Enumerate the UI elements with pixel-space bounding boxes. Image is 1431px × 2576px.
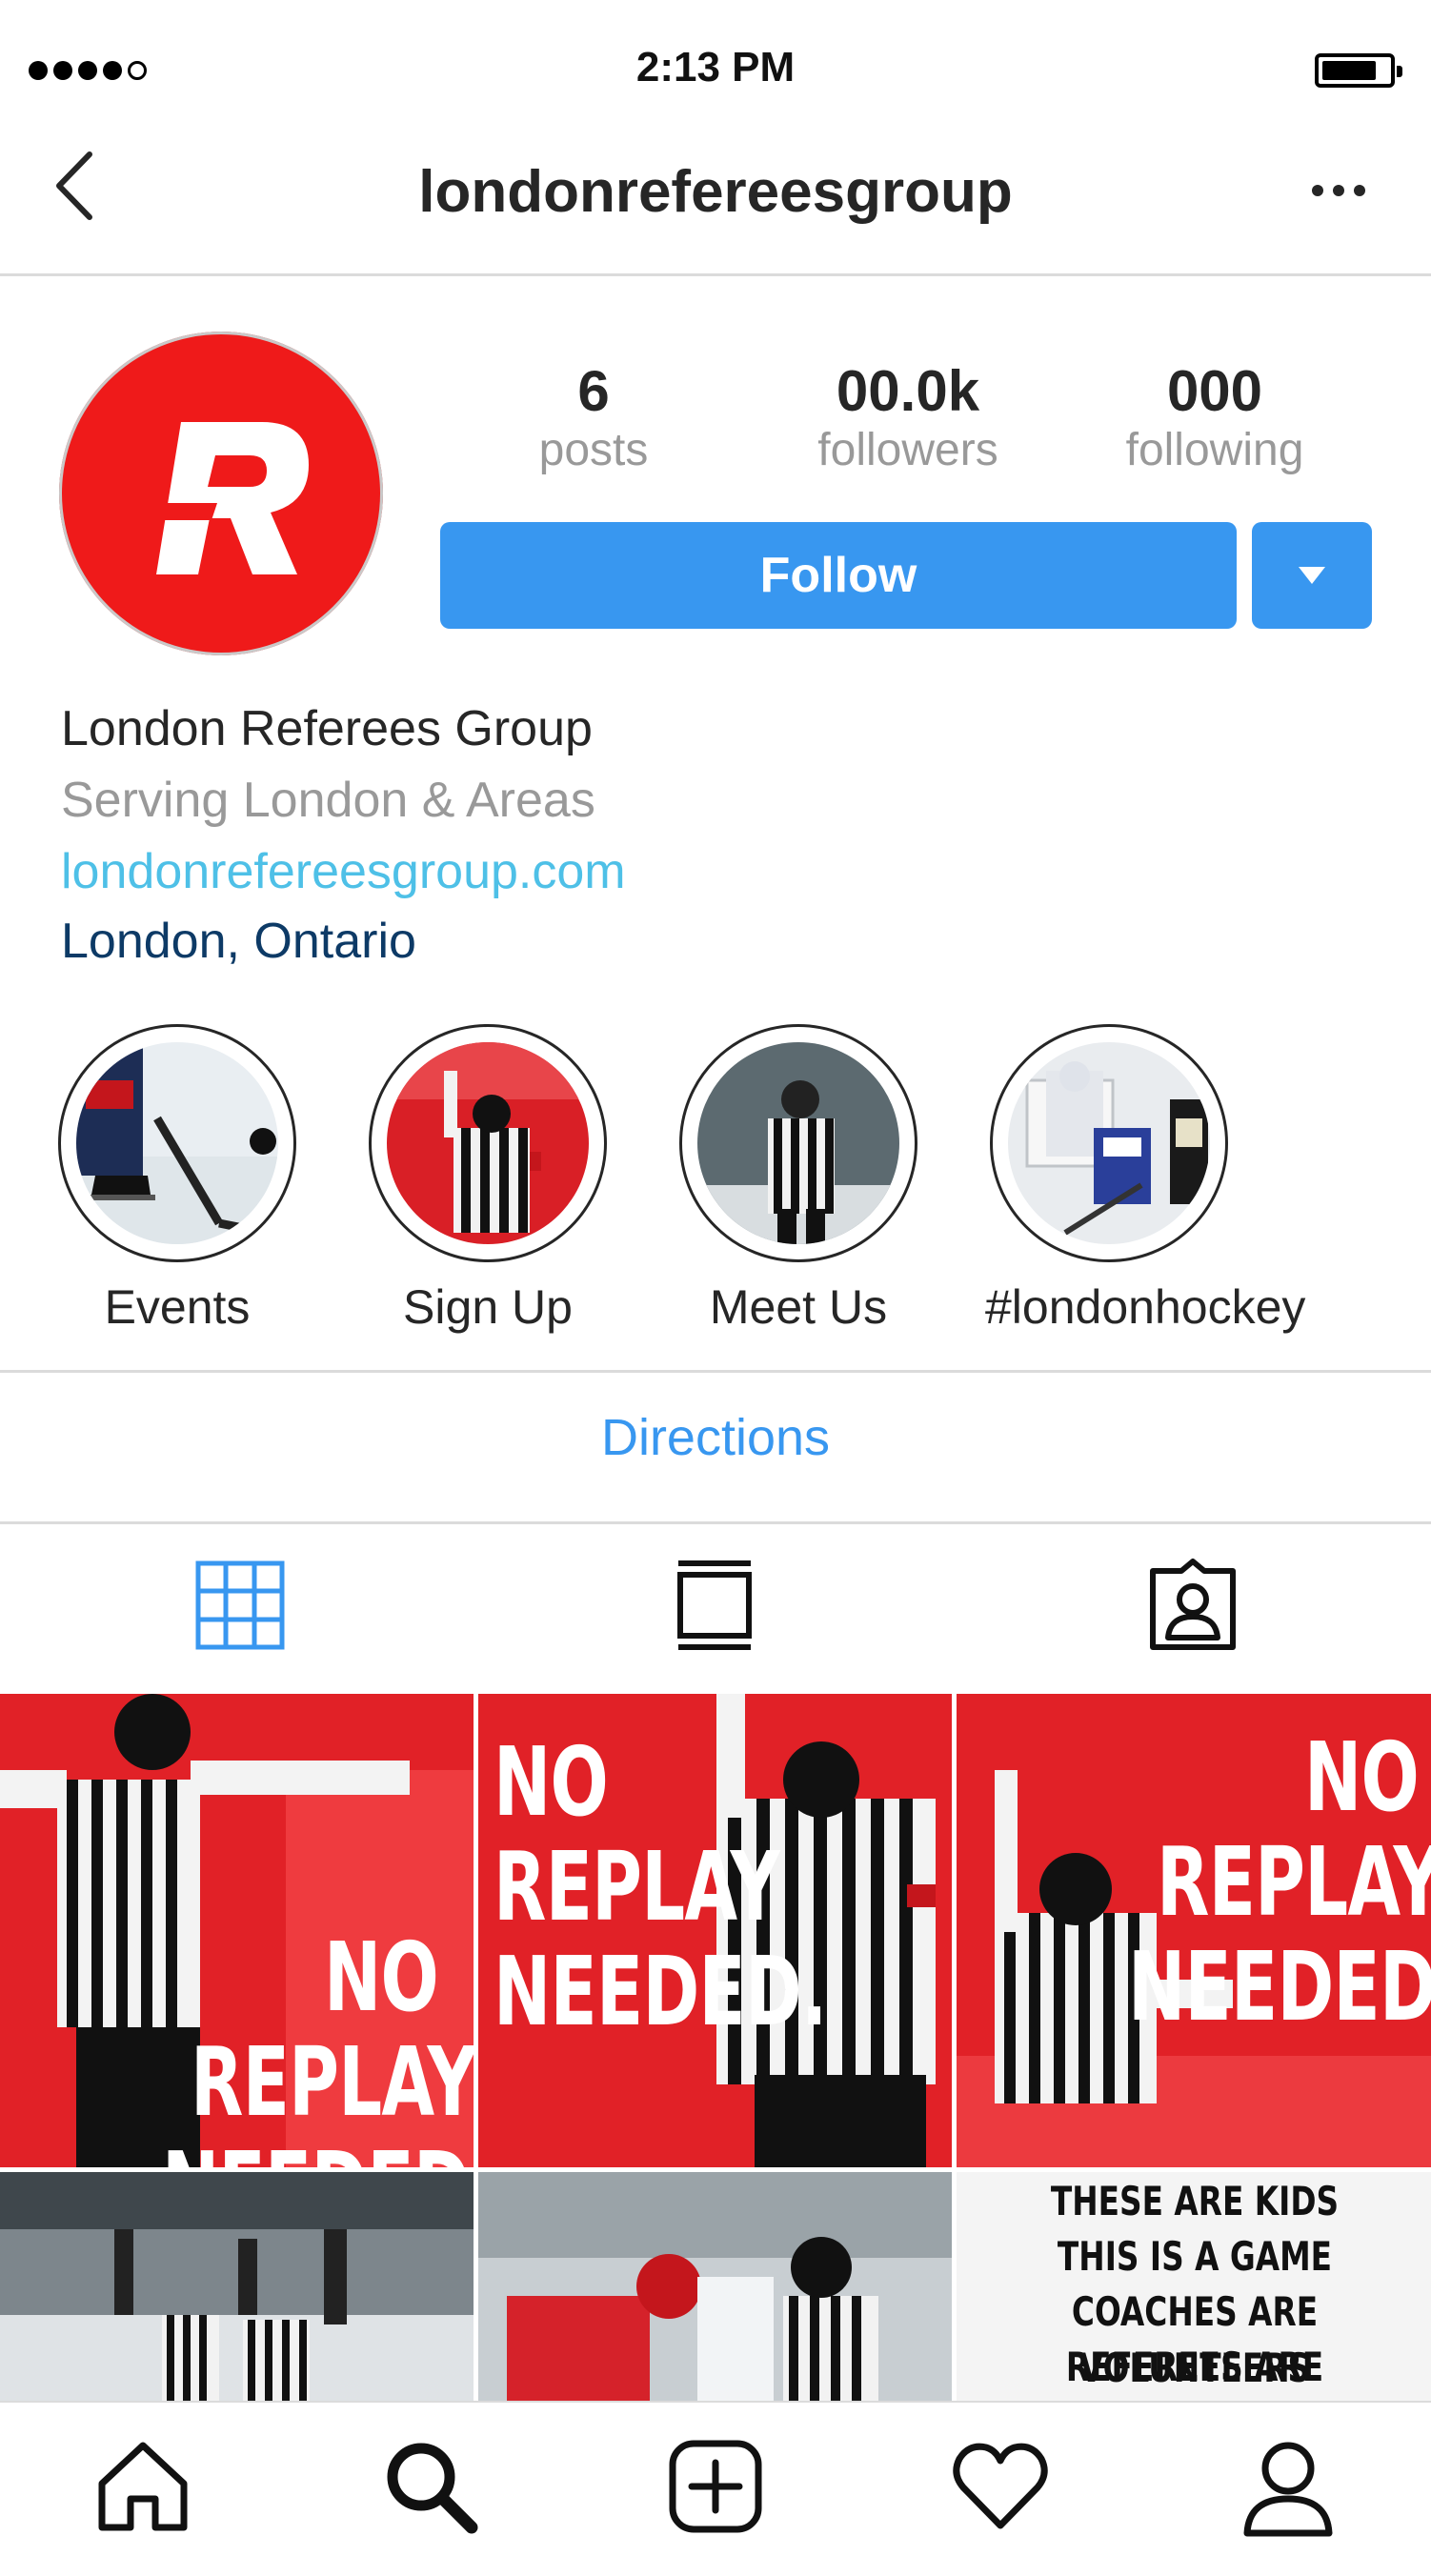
stat-following[interactable]: 000 following [1091, 360, 1339, 478]
tab-tagged[interactable] [1145, 1558, 1240, 1653]
post-caption-line: NEEDED. [1128, 1931, 1431, 2043]
post-image [478, 2172, 952, 2401]
post-caption-line: THIS IS A GAME [1057, 2233, 1333, 2280]
post-caption-line: REPLAY [191, 2026, 474, 2138]
story-highlight-sign-up[interactable]: Sign Up [364, 1024, 612, 1335]
tab-feed-view[interactable] [667, 1558, 762, 1653]
highlight-label: Sign Up [403, 1280, 573, 1334]
grid-icon [195, 1560, 285, 1650]
stat-followers-value: 00.0k [836, 359, 980, 423]
battery-icon [1315, 53, 1402, 88]
tab-grid-view[interactable] [192, 1558, 288, 1653]
highlight-label: Meet Us [709, 1280, 888, 1334]
profile-icon[interactable] [1236, 2434, 1340, 2539]
status-time: 2:13 PM [635, 44, 796, 91]
profile-avatar[interactable] [59, 332, 383, 655]
story-highlight-london-hockey[interactable]: #londonhockey [985, 1024, 1306, 1335]
stat-followers-label: followers [817, 425, 998, 475]
profile-website-link[interactable]: londonrefereesgroup.com [61, 843, 626, 900]
post-caption-line: NO [324, 1922, 439, 2033]
post-caption-line: NEEDED. [162, 2137, 474, 2167]
story-highlight-events[interactable]: Events [53, 1024, 301, 1335]
post-caption-line: REPLAY [1157, 1826, 1431, 1938]
stat-following-label: following [1125, 425, 1304, 475]
post-caption-line: NO [494, 1726, 609, 1838]
divider [0, 1370, 1431, 1373]
tagged-person-icon [1150, 1559, 1236, 1650]
post-thumbnail-5[interactable] [478, 2172, 952, 2401]
post-thumbnail-2[interactable]: NO REPLAY NEEDED. [478, 1694, 952, 2167]
highlight-label: Events [104, 1280, 251, 1334]
heart-icon[interactable] [948, 2434, 1053, 2539]
post-caption-line: REFEREES ARE HUMAN [1065, 2344, 1324, 2401]
post-caption-line: THESE ARE KIDS [1050, 2178, 1340, 2224]
highlight-cover-image [1008, 1042, 1210, 1244]
stat-posts-label: posts [538, 425, 649, 475]
profile-location-link[interactable]: London, Ontario [61, 913, 416, 970]
stat-followers[interactable]: 00.0k followers [784, 360, 1032, 478]
add-post-icon[interactable] [663, 2434, 768, 2539]
stat-posts-value: 6 [577, 359, 610, 423]
stat-following-value: 000 [1166, 359, 1263, 423]
post-caption-line: NO [1304, 1721, 1420, 1833]
stat-posts[interactable]: 6 posts [470, 360, 717, 478]
home-icon[interactable] [91, 2434, 195, 2539]
profile-display-name: London Referees Group [61, 701, 593, 756]
highlight-cover-image [387, 1042, 589, 1244]
post-caption-line: REPLAY [494, 1831, 780, 1942]
profile-bio: Serving London & Areas [61, 773, 595, 828]
feed-icon [677, 1560, 752, 1650]
suggested-accounts-dropdown-button[interactable] [1252, 522, 1372, 629]
story-highlight-meet-us[interactable]: Meet Us [675, 1024, 922, 1335]
more-options-icon[interactable] [1305, 171, 1372, 210]
highlight-cover-image [697, 1042, 899, 1244]
post-thumbnail-1[interactable]: NO REPLAY NEEDED. [0, 1694, 474, 2167]
caret-down-icon [1299, 567, 1325, 584]
post-caption-line: NEEDED. [494, 1936, 827, 2047]
post-image [0, 2172, 474, 2401]
search-icon[interactable] [378, 2434, 483, 2539]
post-thumbnail-6[interactable]: THESE ARE KIDS THIS IS A GAME COACHES AR… [957, 2172, 1431, 2401]
profile-username-title: londonrefereesgroup [418, 159, 1013, 225]
post-thumbnail-3[interactable]: NO REPLAY NEEDED. [957, 1694, 1431, 2167]
directions-button[interactable]: Directions [0, 1408, 1431, 1467]
follow-button[interactable]: Follow [440, 522, 1237, 629]
highlight-label: #londonhockey [985, 1280, 1306, 1334]
highlight-cover-image [76, 1042, 278, 1244]
post-thumbnail-4[interactable] [0, 2172, 474, 2401]
brand-logo-icon [122, 422, 309, 574]
